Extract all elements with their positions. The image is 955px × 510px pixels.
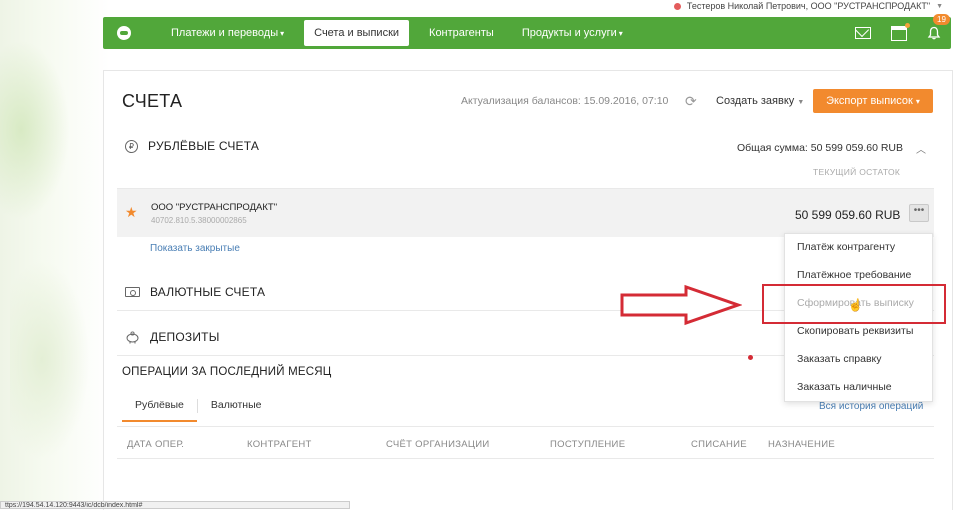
account-name: ООО "РУСТРАНСПРОДАКТ" [151, 202, 278, 213]
sberbank-logo-icon[interactable] [117, 26, 131, 40]
divider [117, 458, 934, 459]
ruble-icon: ₽ [125, 139, 138, 153]
divider [117, 426, 934, 427]
caret-down-icon: ▾ [280, 28, 285, 38]
nav-icons: 19 [855, 14, 950, 41]
nav-item-label: Контрагенты [429, 27, 494, 39]
column-header-date[interactable]: ДАТА ОПЕР. [127, 439, 184, 450]
notification-dot-icon [905, 22, 910, 28]
tab-currency[interactable]: Валютные [198, 399, 275, 422]
total-amount: Общая сумма: 50 599 059.60 RUB [737, 142, 903, 154]
account-actions-button[interactable]: ••• [909, 204, 929, 222]
user-name: Тестеров Николай Петрович, ООО "РУСТРАНС… [686, 1, 931, 11]
show-closed-link[interactable]: Показать закрытые [150, 243, 240, 254]
menu-item-order-certificate[interactable]: Заказать справку [797, 353, 882, 365]
account-balance: 50 599 059.60 RUB [795, 208, 901, 222]
section-title: ДЕПОЗИТЫ [150, 330, 220, 344]
nav-item-counterparties[interactable]: Контрагенты [415, 17, 508, 49]
nav-item-label: Продукты и услуги [521, 27, 617, 39]
nav-item-payments[interactable]: Платежи и переводы ▾ [157, 17, 298, 49]
calendar-icon[interactable] [891, 22, 910, 41]
menu-item-payment[interactable]: Платёж контрагенту [797, 241, 895, 253]
column-header-expense[interactable]: СПИСАНИЕ [691, 439, 747, 450]
column-header-account[interactable]: СЧЁТ ОРГАНИЗАЦИИ [386, 439, 489, 450]
cash-icon [125, 287, 140, 297]
deposits-section-header[interactable]: ДЕПОЗИТЫ [125, 330, 220, 344]
nav-item-label: Платежи и переводы [171, 27, 279, 39]
balance-update-text: Актуализация балансов: 15.09.2016, 07:10 [461, 95, 669, 107]
piggy-bank-icon [125, 330, 140, 344]
nav-item-label: Счета и выписки [314, 27, 400, 39]
mail-icon[interactable] [855, 27, 871, 39]
background-decoration [0, 0, 110, 509]
account-row[interactable]: ★ ООО "РУСТРАНСПРОДАКТ" 40702.810.5.3800… [117, 189, 934, 237]
create-request-dropdown[interactable]: Создать заявку ▼ [716, 95, 804, 107]
column-header-purpose[interactable]: НАЗНАЧЕНИЕ [768, 439, 835, 450]
annotation-dot [748, 355, 753, 360]
bell-icon[interactable]: 19 [927, 14, 950, 40]
operations-title: ОПЕРАЦИИ ЗА ПОСЛЕДНИЙ МЕСЯЦ [122, 366, 332, 378]
menu-item-order-cash[interactable]: Заказать наличные [797, 381, 892, 393]
annotation-arrow-icon [620, 284, 742, 326]
leaf-decoration [0, 40, 70, 220]
operations-history-link[interactable]: Вся история операций [819, 401, 923, 412]
menu-item-payment-request[interactable]: Платёжное требование [797, 269, 911, 281]
page-title: СЧЕТА [122, 91, 183, 111]
export-label: Экспорт выписок [826, 95, 913, 107]
hand-cursor-icon: ☝ [848, 298, 863, 312]
refresh-icon[interactable]: ⟳ [685, 93, 697, 110]
nav-item-accounts[interactable]: Счета и выписки [304, 20, 410, 46]
leaf-decoration [10, 260, 90, 460]
currency-accounts-section-header[interactable]: ВАЛЮТНЫЕ СЧЕТА [125, 285, 265, 299]
operations-tabs: Рублёвые Валютные [122, 399, 274, 422]
chevron-up-icon[interactable]: ︿ [916, 141, 926, 156]
nav-item-products[interactable]: Продукты и услуги ▾ [508, 17, 637, 49]
section-title: ВАЛЮТНЫЕ СЧЕТА [150, 285, 266, 299]
chevron-down-icon: ▼ [936, 2, 943, 10]
menu-item-copy-details[interactable]: Скопировать реквизиты [797, 325, 913, 337]
create-request-label: Создать заявку [716, 95, 795, 107]
column-header-income[interactable]: ПОСТУПЛЕНИЕ [550, 439, 625, 450]
column-label-balance: ТЕКУЩИЙ ОСТАТОК [813, 167, 901, 177]
export-statements-button[interactable]: Экспорт выписок ▾ [813, 89, 933, 113]
status-dot-icon [673, 2, 681, 10]
tab-rub[interactable]: Рублёвые [122, 399, 197, 422]
star-icon[interactable]: ★ [125, 204, 138, 221]
browser-status-bar: ttps://194.54.14.120:9443/ic/dcb/index.h… [0, 501, 350, 509]
main-navigation: Платежи и переводы ▾ Счета и выписки Конт… [103, 14, 951, 49]
notification-badge: 19 [933, 14, 950, 25]
column-header-counterparty[interactable]: КОНТРАГЕНТ [247, 439, 312, 450]
user-menu[interactable]: Тестеров Николай Петрович, ООО "РУСТРАНС… [673, 0, 943, 12]
caret-down-icon: ▼ [797, 99, 805, 106]
caret-down-icon: ▾ [915, 96, 920, 106]
section-title: РУБЛЁВЫЕ СЧЕТА [148, 139, 260, 153]
caret-down-icon: ▾ [618, 28, 623, 38]
account-number: 40702.810.5.38000002865 [151, 216, 247, 225]
rub-accounts-section-header[interactable]: ₽ РУБЛЁВЫЕ СЧЕТА [125, 139, 259, 153]
